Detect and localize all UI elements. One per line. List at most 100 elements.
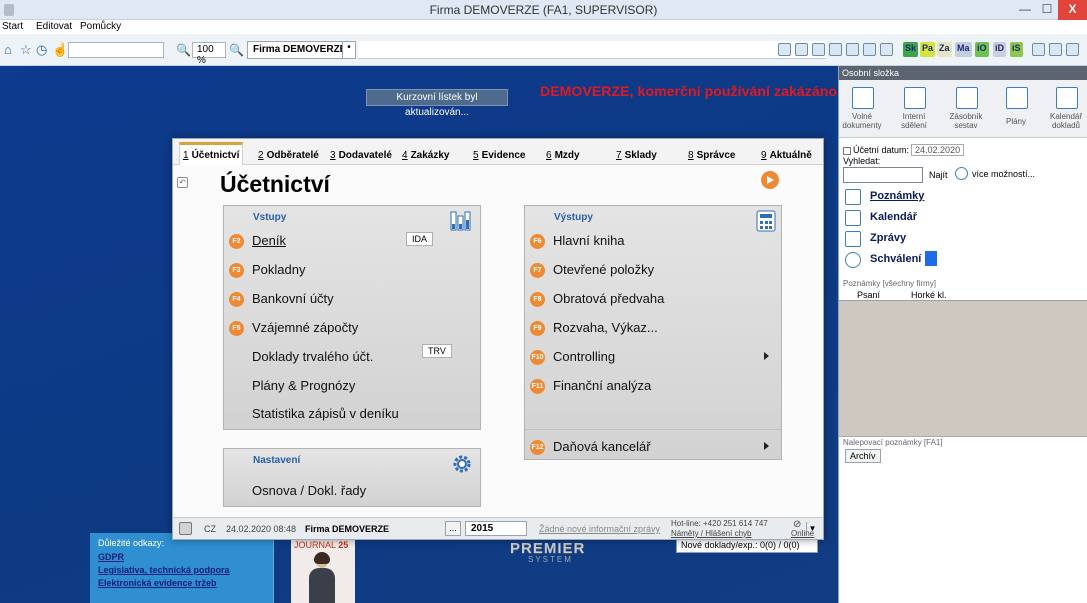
sidebar-zasobnik-sestav[interactable]: Zásobník sestav bbox=[945, 84, 987, 138]
favorites-icon[interactable]: ☆ bbox=[20, 43, 32, 56]
sidebar-link-label: Poznámky bbox=[870, 190, 925, 202]
sidebar-link-poznamky[interactable]: Poznámky bbox=[845, 188, 945, 208]
year-value: 2015 bbox=[471, 523, 494, 534]
filter-icon[interactable] bbox=[778, 43, 791, 56]
sidebar-volne-dokumenty[interactable]: Volné dokumenty bbox=[841, 84, 883, 138]
sidebar-link-zpravy[interactable]: Zprávy bbox=[845, 230, 945, 250]
clock-icon[interactable] bbox=[955, 167, 968, 180]
mail-icon[interactable] bbox=[829, 43, 842, 56]
sticky-notes-heading: Nalepovací poznámky [FA1] bbox=[843, 438, 943, 447]
menu-editovat[interactable]: Editovat bbox=[36, 21, 72, 32]
date-value[interactable]: 24.02.2020 bbox=[911, 144, 965, 156]
zoom-in-icon[interactable]: 🔍 bbox=[229, 43, 244, 57]
menu-item-danova-kancelar[interactable]: F12 Daňová kancelář bbox=[529, 434, 769, 460]
notes-area[interactable] bbox=[839, 301, 1087, 437]
sidebar-plany[interactable]: Plány bbox=[995, 84, 1037, 138]
module-sk[interactable]: Sk bbox=[903, 42, 919, 57]
panel-icon[interactable] bbox=[1049, 43, 1062, 56]
menu-item-plany-prognozy[interactable]: Plány & Prognózy bbox=[228, 373, 468, 399]
close-button[interactable]: X bbox=[1058, 0, 1087, 20]
submenu-arrow-icon bbox=[764, 442, 769, 450]
menu-item-zapocty[interactable]: F5 Vzájemné zápočty bbox=[228, 315, 468, 341]
link-eet[interactable]: Elektronická evidence tržeb bbox=[98, 578, 217, 588]
menu-item-pokladny[interactable]: F3 Pokladny bbox=[228, 257, 468, 283]
tab-odberatele[interactable]: 2 Odběratelé bbox=[255, 142, 322, 165]
approval-indicator bbox=[925, 251, 937, 266]
journal-ad[interactable]: JOURNAL 25 bbox=[291, 538, 355, 603]
tab-mzdy[interactable]: 6 Mzdy bbox=[543, 142, 583, 165]
play-help-icon[interactable] bbox=[761, 171, 779, 189]
tab-ucetnictvi[interactable]: 1 Účetnictví bbox=[179, 142, 244, 165]
sidebar-kalendar-dokladu[interactable]: Kalendář dokladů bbox=[1045, 84, 1087, 138]
menu-item-bankovni-ucty[interactable]: F4 Bankovní účty bbox=[228, 286, 468, 312]
menu-start[interactable]: Start bbox=[2, 21, 23, 32]
command-input[interactable] bbox=[68, 42, 164, 58]
status-ideas[interactable]: Náměty / Hlášení chyb bbox=[671, 529, 751, 538]
tab-evidence[interactable]: 5 Evidence bbox=[470, 142, 528, 165]
tab-label: Evidence bbox=[481, 150, 526, 161]
firm-picker-button[interactable]: ... bbox=[445, 521, 461, 536]
menu-item-otevrene-polozky[interactable]: F7 Otevřené položky bbox=[529, 257, 769, 283]
more-options-link[interactable]: více možností... bbox=[972, 169, 1035, 179]
menu-item-obratova-predvaha[interactable]: F8 Obratová předvaha bbox=[529, 286, 769, 312]
monitor-icon[interactable] bbox=[863, 43, 876, 56]
year-select[interactable]: 2015 ▼ bbox=[465, 521, 816, 536]
tab-horke-klavesy[interactable]: Horké kl. bbox=[911, 290, 947, 300]
tab-label: Správce bbox=[696, 150, 736, 161]
module-id[interactable]: iD bbox=[993, 42, 1006, 57]
find-button[interactable]: Najít bbox=[929, 170, 948, 180]
tab-dodavatele[interactable]: 3 Dodavatelé bbox=[327, 142, 395, 165]
inputs-panel: Vstupy F2 Deník F3 Pokladny F4 Bankovní účt… bbox=[223, 205, 481, 430]
document-icon[interactable] bbox=[795, 43, 808, 56]
zoom-field[interactable]: 100 % bbox=[192, 42, 226, 66]
accounting-date: Účetní datum: 24.02.2020 bbox=[843, 144, 965, 156]
module-pa[interactable]: Pa bbox=[920, 42, 936, 57]
menu-pomucky[interactable]: Pomůcky bbox=[80, 21, 121, 32]
date-checkbox[interactable] bbox=[843, 146, 851, 155]
history-icon[interactable]: ◷ bbox=[36, 43, 47, 56]
tab-zakazky[interactable]: 4 Zakázky bbox=[399, 142, 452, 165]
module-ma[interactable]: Ma bbox=[955, 42, 972, 57]
status-online[interactable]: Online bbox=[791, 529, 814, 538]
new-tab-button[interactable]: • bbox=[342, 41, 356, 59]
sidebar-interni-sdeleni[interactable]: Interní sdělení bbox=[893, 84, 935, 138]
history-icon[interactable]: ↶ bbox=[177, 177, 188, 188]
menu-item-osnova[interactable]: Osnova / Dokl. řady bbox=[228, 478, 468, 504]
link-gdpr[interactable]: GDPR bbox=[98, 552, 124, 562]
stack-icon[interactable] bbox=[846, 43, 859, 56]
search-input[interactable] bbox=[843, 167, 923, 183]
status-messages[interactable]: Žádné nové informační zprávy bbox=[539, 524, 660, 534]
module-is[interactable]: iS bbox=[1010, 42, 1023, 57]
address-bar[interactable] bbox=[358, 41, 826, 59]
menu-item-financni-analyza[interactable]: F11 Finanční analýza bbox=[529, 373, 769, 399]
minimize-button[interactable]: — bbox=[1016, 0, 1034, 20]
trv-tag[interactable]: TRV bbox=[422, 344, 452, 358]
submenu-arrow-icon bbox=[764, 352, 769, 360]
menu-item-hlavni-kniha[interactable]: F6 Hlavní kniha bbox=[529, 228, 769, 254]
tab-aktualne[interactable]: 9 Aktuálně bbox=[758, 142, 815, 165]
window-icon[interactable] bbox=[880, 43, 893, 56]
zoom-out-icon[interactable]: 🔍 bbox=[176, 43, 191, 57]
link-legislativa[interactable]: Legislativa, technická podpora bbox=[98, 565, 230, 575]
home-icon[interactable]: ⌂ bbox=[4, 43, 12, 56]
menu-item-controlling[interactable]: F10 Controlling bbox=[529, 344, 769, 370]
sidebar-link-kalendar[interactable]: Kalendář bbox=[845, 209, 945, 229]
ida-tag[interactable]: IDA bbox=[406, 232, 434, 246]
archive-button[interactable]: Archív bbox=[845, 449, 881, 463]
firm-tab[interactable]: Firma DEMOVERZE bbox=[247, 41, 353, 59]
grid-icon[interactable] bbox=[1066, 43, 1079, 56]
module-za[interactable]: Za bbox=[937, 42, 952, 57]
maximize-button[interactable]: ☐ bbox=[1038, 0, 1056, 20]
menu-item-rozvaha-vykaz[interactable]: F9 Rozvaha, Výkaz... bbox=[529, 315, 769, 341]
menu-item-statistika[interactable]: Statistika zápisů v deníku bbox=[228, 401, 468, 427]
tab-sklady[interactable]: 7 Sklady bbox=[613, 142, 660, 165]
power-icon[interactable] bbox=[179, 522, 192, 535]
item-label: Hlavní kniha bbox=[553, 233, 625, 248]
tab-spravce[interactable]: 8 Správce bbox=[685, 142, 738, 165]
tab-psani[interactable]: Psaní bbox=[857, 290, 880, 300]
layout-icon[interactable] bbox=[1032, 43, 1045, 56]
notification-toast: Kurzovní lístek byl aktualizován... bbox=[366, 89, 508, 118]
folder-icon[interactable] bbox=[812, 43, 825, 56]
hand-icon[interactable]: ☝ bbox=[52, 43, 68, 56]
module-io[interactable]: iO bbox=[975, 42, 989, 57]
